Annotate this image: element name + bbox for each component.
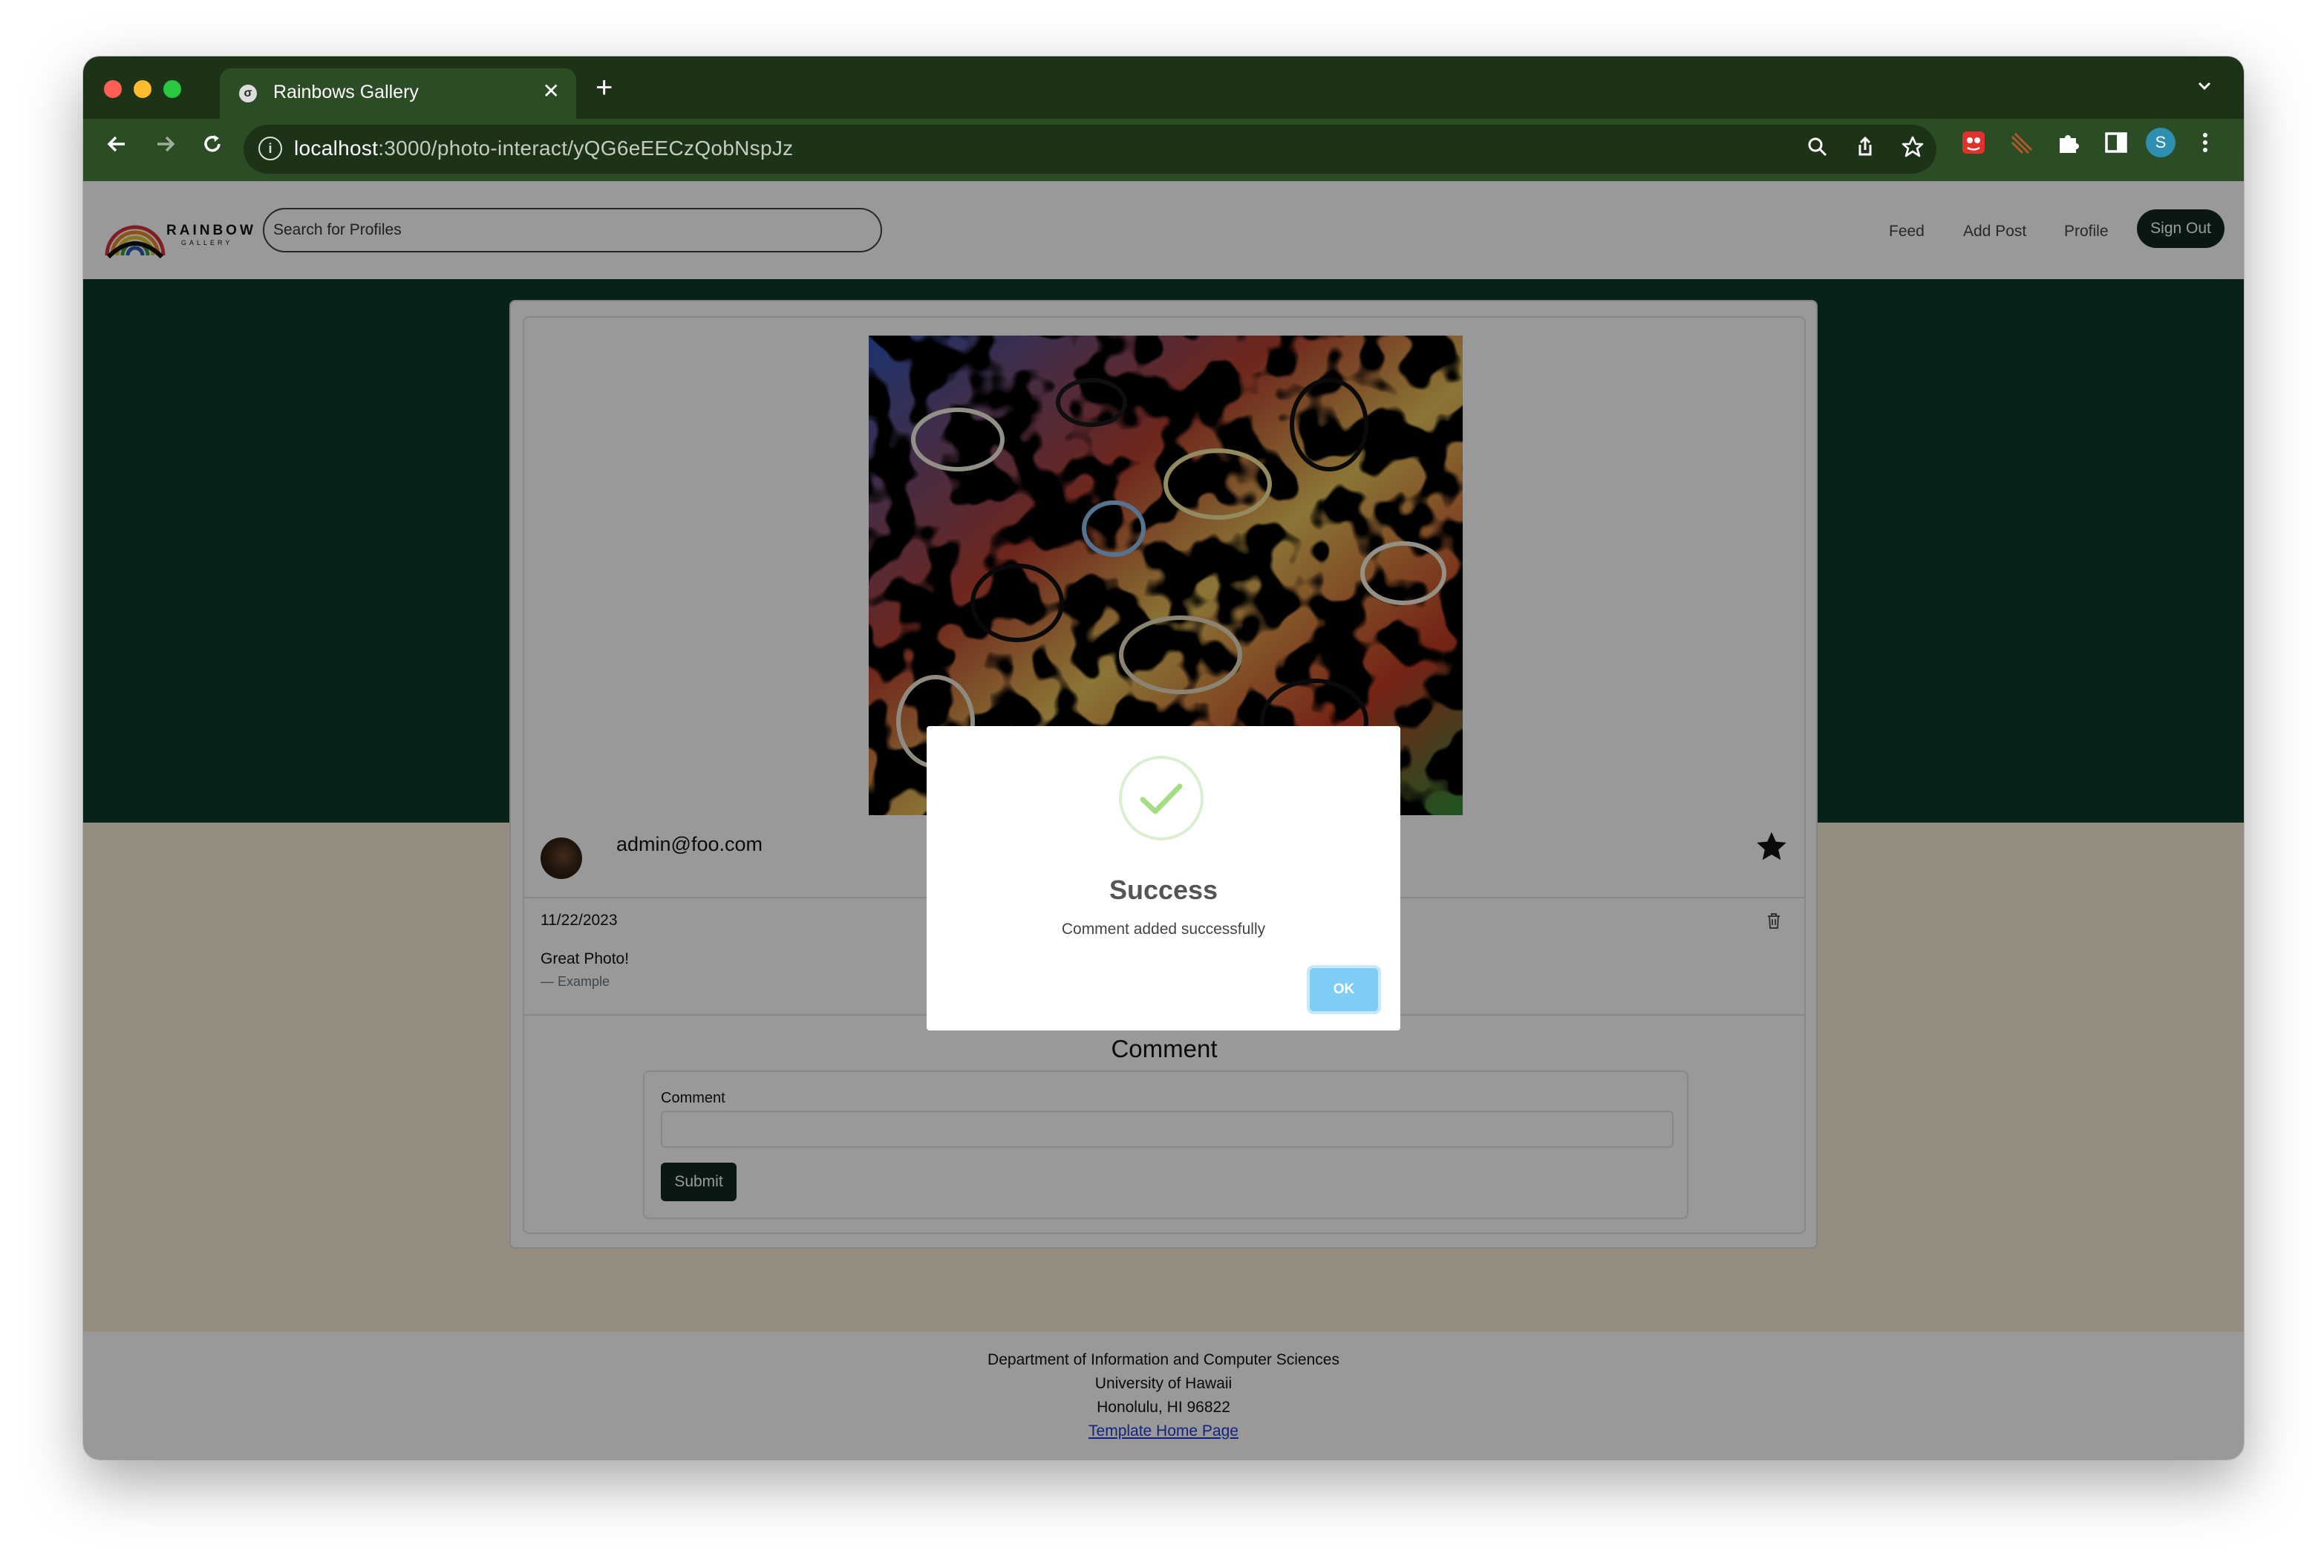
close-window-button[interactable] xyxy=(104,80,122,98)
tab-search-chevron-icon[interactable] xyxy=(2195,76,2214,100)
address-bar[interactable]: i localhost:3000/photo-interact/yQG6eEEC… xyxy=(244,125,1936,174)
dialog-title: Success xyxy=(1109,875,1218,905)
tab-favicon-icon: σ xyxy=(239,85,257,102)
tab-close-icon[interactable]: ✕ xyxy=(543,79,560,103)
success-dialog: Success Comment added successfully OK xyxy=(927,726,1400,1030)
url-path: :3000/photo-interact/yQG6eEECzQobNspJz xyxy=(378,137,794,160)
back-arrow-icon[interactable] xyxy=(104,131,131,164)
tab-title: Rainbows Gallery xyxy=(273,82,419,102)
extension-stripes-icon[interactable] xyxy=(2008,129,2034,160)
extension-red-icon[interactable] xyxy=(1960,129,1987,160)
browser-tab[interactable]: σ Rainbows Gallery ✕ xyxy=(220,68,576,119)
zoom-window-button[interactable] xyxy=(163,80,181,98)
browser-toolbar: i localhost:3000/photo-interact/yQG6eEEC… xyxy=(83,119,2244,181)
site-info-icon[interactable]: i xyxy=(258,137,282,160)
dialog-message: Comment added successfully xyxy=(1061,921,1266,938)
url-text[interactable]: localhost:3000/photo-interact/yQG6eEECzQ… xyxy=(294,137,793,160)
success-check-icon xyxy=(1119,756,1204,840)
browser-menu-icon[interactable] xyxy=(2198,129,2213,160)
tab-bar: σ Rainbows Gallery ✕ + xyxy=(83,56,2244,119)
new-tab-button[interactable]: + xyxy=(595,71,613,105)
extensions-puzzle-icon[interactable] xyxy=(2055,129,2082,160)
minimize-window-button[interactable] xyxy=(134,80,151,98)
url-host: localhost xyxy=(294,137,379,160)
reload-icon[interactable] xyxy=(199,131,226,164)
browser-window: σ Rainbows Gallery ✕ + i localhost:3000/… xyxy=(83,56,2244,1460)
ok-button[interactable]: OK xyxy=(1310,968,1378,1011)
zoom-icon[interactable] xyxy=(1806,135,1830,165)
share-icon[interactable] xyxy=(1853,135,1877,165)
side-panel-icon[interactable] xyxy=(2103,129,2129,160)
profile-avatar[interactable]: S xyxy=(2146,128,2176,157)
web-page: RAINBOW GALLERY Search for Profiles Feed… xyxy=(83,181,2244,1460)
forward-arrow-icon[interactable] xyxy=(151,131,178,164)
bookmark-star-icon[interactable] xyxy=(1901,135,1925,165)
